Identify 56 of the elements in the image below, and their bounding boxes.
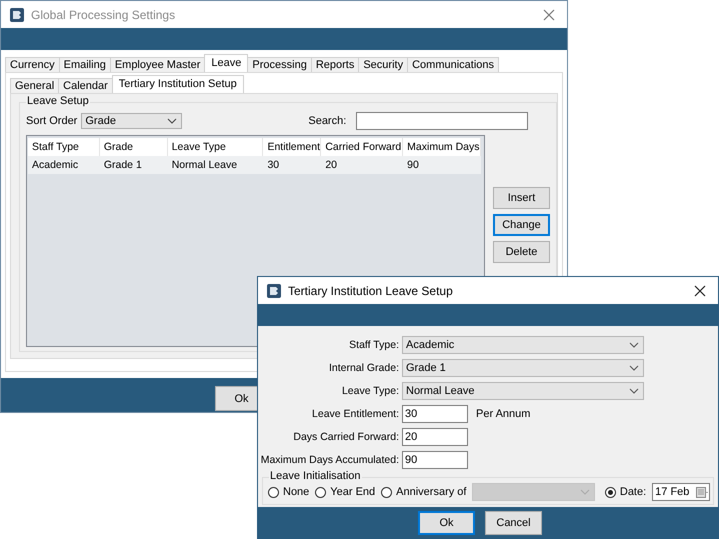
tab[interactable]: Calendar bbox=[58, 78, 113, 93]
sort-order-dropdown[interactable]: Grade bbox=[81, 113, 182, 129]
field-label: Maximum Days Accumulated: bbox=[260, 454, 400, 466]
tab[interactable]: Employee Master bbox=[110, 57, 206, 72]
chevron-icon bbox=[629, 342, 639, 348]
dialog-title: Tertiary Institution Leave Setup bbox=[288, 284, 454, 298]
chevron-icon bbox=[580, 489, 590, 495]
input-field[interactable]: 20 bbox=[402, 428, 468, 446]
tab[interactable]: Currency bbox=[5, 57, 60, 72]
tab[interactable]: Processing bbox=[247, 57, 312, 72]
tab[interactable]: Communications bbox=[407, 57, 500, 72]
sort-order-label: Sort Order bbox=[26, 115, 78, 127]
field-label: Staff Type: bbox=[348, 338, 400, 350]
calendar-icon[interactable] bbox=[696, 486, 708, 498]
chevron-icon bbox=[629, 388, 639, 394]
radio-option[interactable]: Anniversary of bbox=[381, 486, 466, 498]
table-cell-text: Normal Leave bbox=[170, 158, 238, 173]
action-button[interactable]: Delete bbox=[493, 241, 550, 263]
chevron-icon bbox=[629, 364, 639, 370]
table-cell-text: 30 bbox=[266, 158, 280, 173]
tab[interactable]: Reports bbox=[310, 57, 360, 72]
app-icon bbox=[266, 282, 282, 298]
table-cell-text: Grade 1 bbox=[102, 158, 143, 173]
radio-option[interactable]: Year End bbox=[315, 486, 376, 498]
search-field[interactable] bbox=[356, 112, 528, 130]
window-title: Global Processing Settings bbox=[31, 8, 176, 22]
dropdown[interactable]: Normal Leave bbox=[402, 382, 644, 400]
tab[interactable]: Emailing bbox=[58, 57, 111, 72]
dropdown[interactable]: Grade 1 bbox=[402, 358, 644, 376]
radio-option[interactable]: Date: bbox=[604, 486, 646, 498]
unit-label: Per Annum bbox=[476, 408, 530, 420]
table-cell-text: 20 bbox=[324, 158, 338, 173]
dialog-button[interactable]: Ok bbox=[418, 511, 475, 535]
group-title: Leave Setup bbox=[26, 95, 90, 107]
tab[interactable]: General bbox=[10, 78, 60, 93]
dropdown[interactable]: Academic bbox=[402, 336, 644, 354]
field-label: Days Carried Forward: bbox=[292, 430, 400, 442]
tab[interactable]: Security bbox=[358, 57, 408, 72]
dialog-button[interactable]: Cancel bbox=[485, 511, 542, 535]
chevron-icon bbox=[167, 118, 178, 124]
table-cell-text: Academic bbox=[31, 158, 80, 173]
action-button[interactable]: Insert bbox=[493, 187, 550, 209]
close-icon[interactable] bbox=[694, 284, 706, 296]
app-icon bbox=[9, 6, 25, 22]
field-label: Leave Type: bbox=[340, 384, 400, 396]
group-title: Leave Initialisation bbox=[269, 470, 362, 482]
table-cell-text: 90 bbox=[406, 158, 420, 173]
field-label: Leave Entitlement: bbox=[311, 408, 400, 420]
field-label: Internal Grade: bbox=[328, 362, 400, 374]
input-field[interactable]: 90 bbox=[402, 450, 468, 468]
radio-option[interactable]: None bbox=[268, 486, 310, 498]
date-field[interactable]: 17 Feb bbox=[652, 483, 710, 501]
input-field[interactable]: 30 bbox=[402, 404, 468, 422]
action-button[interactable]: Change bbox=[493, 214, 550, 236]
tab[interactable]: Tertiary Institution Setup bbox=[112, 75, 244, 93]
search-label: Search: bbox=[308, 115, 346, 127]
